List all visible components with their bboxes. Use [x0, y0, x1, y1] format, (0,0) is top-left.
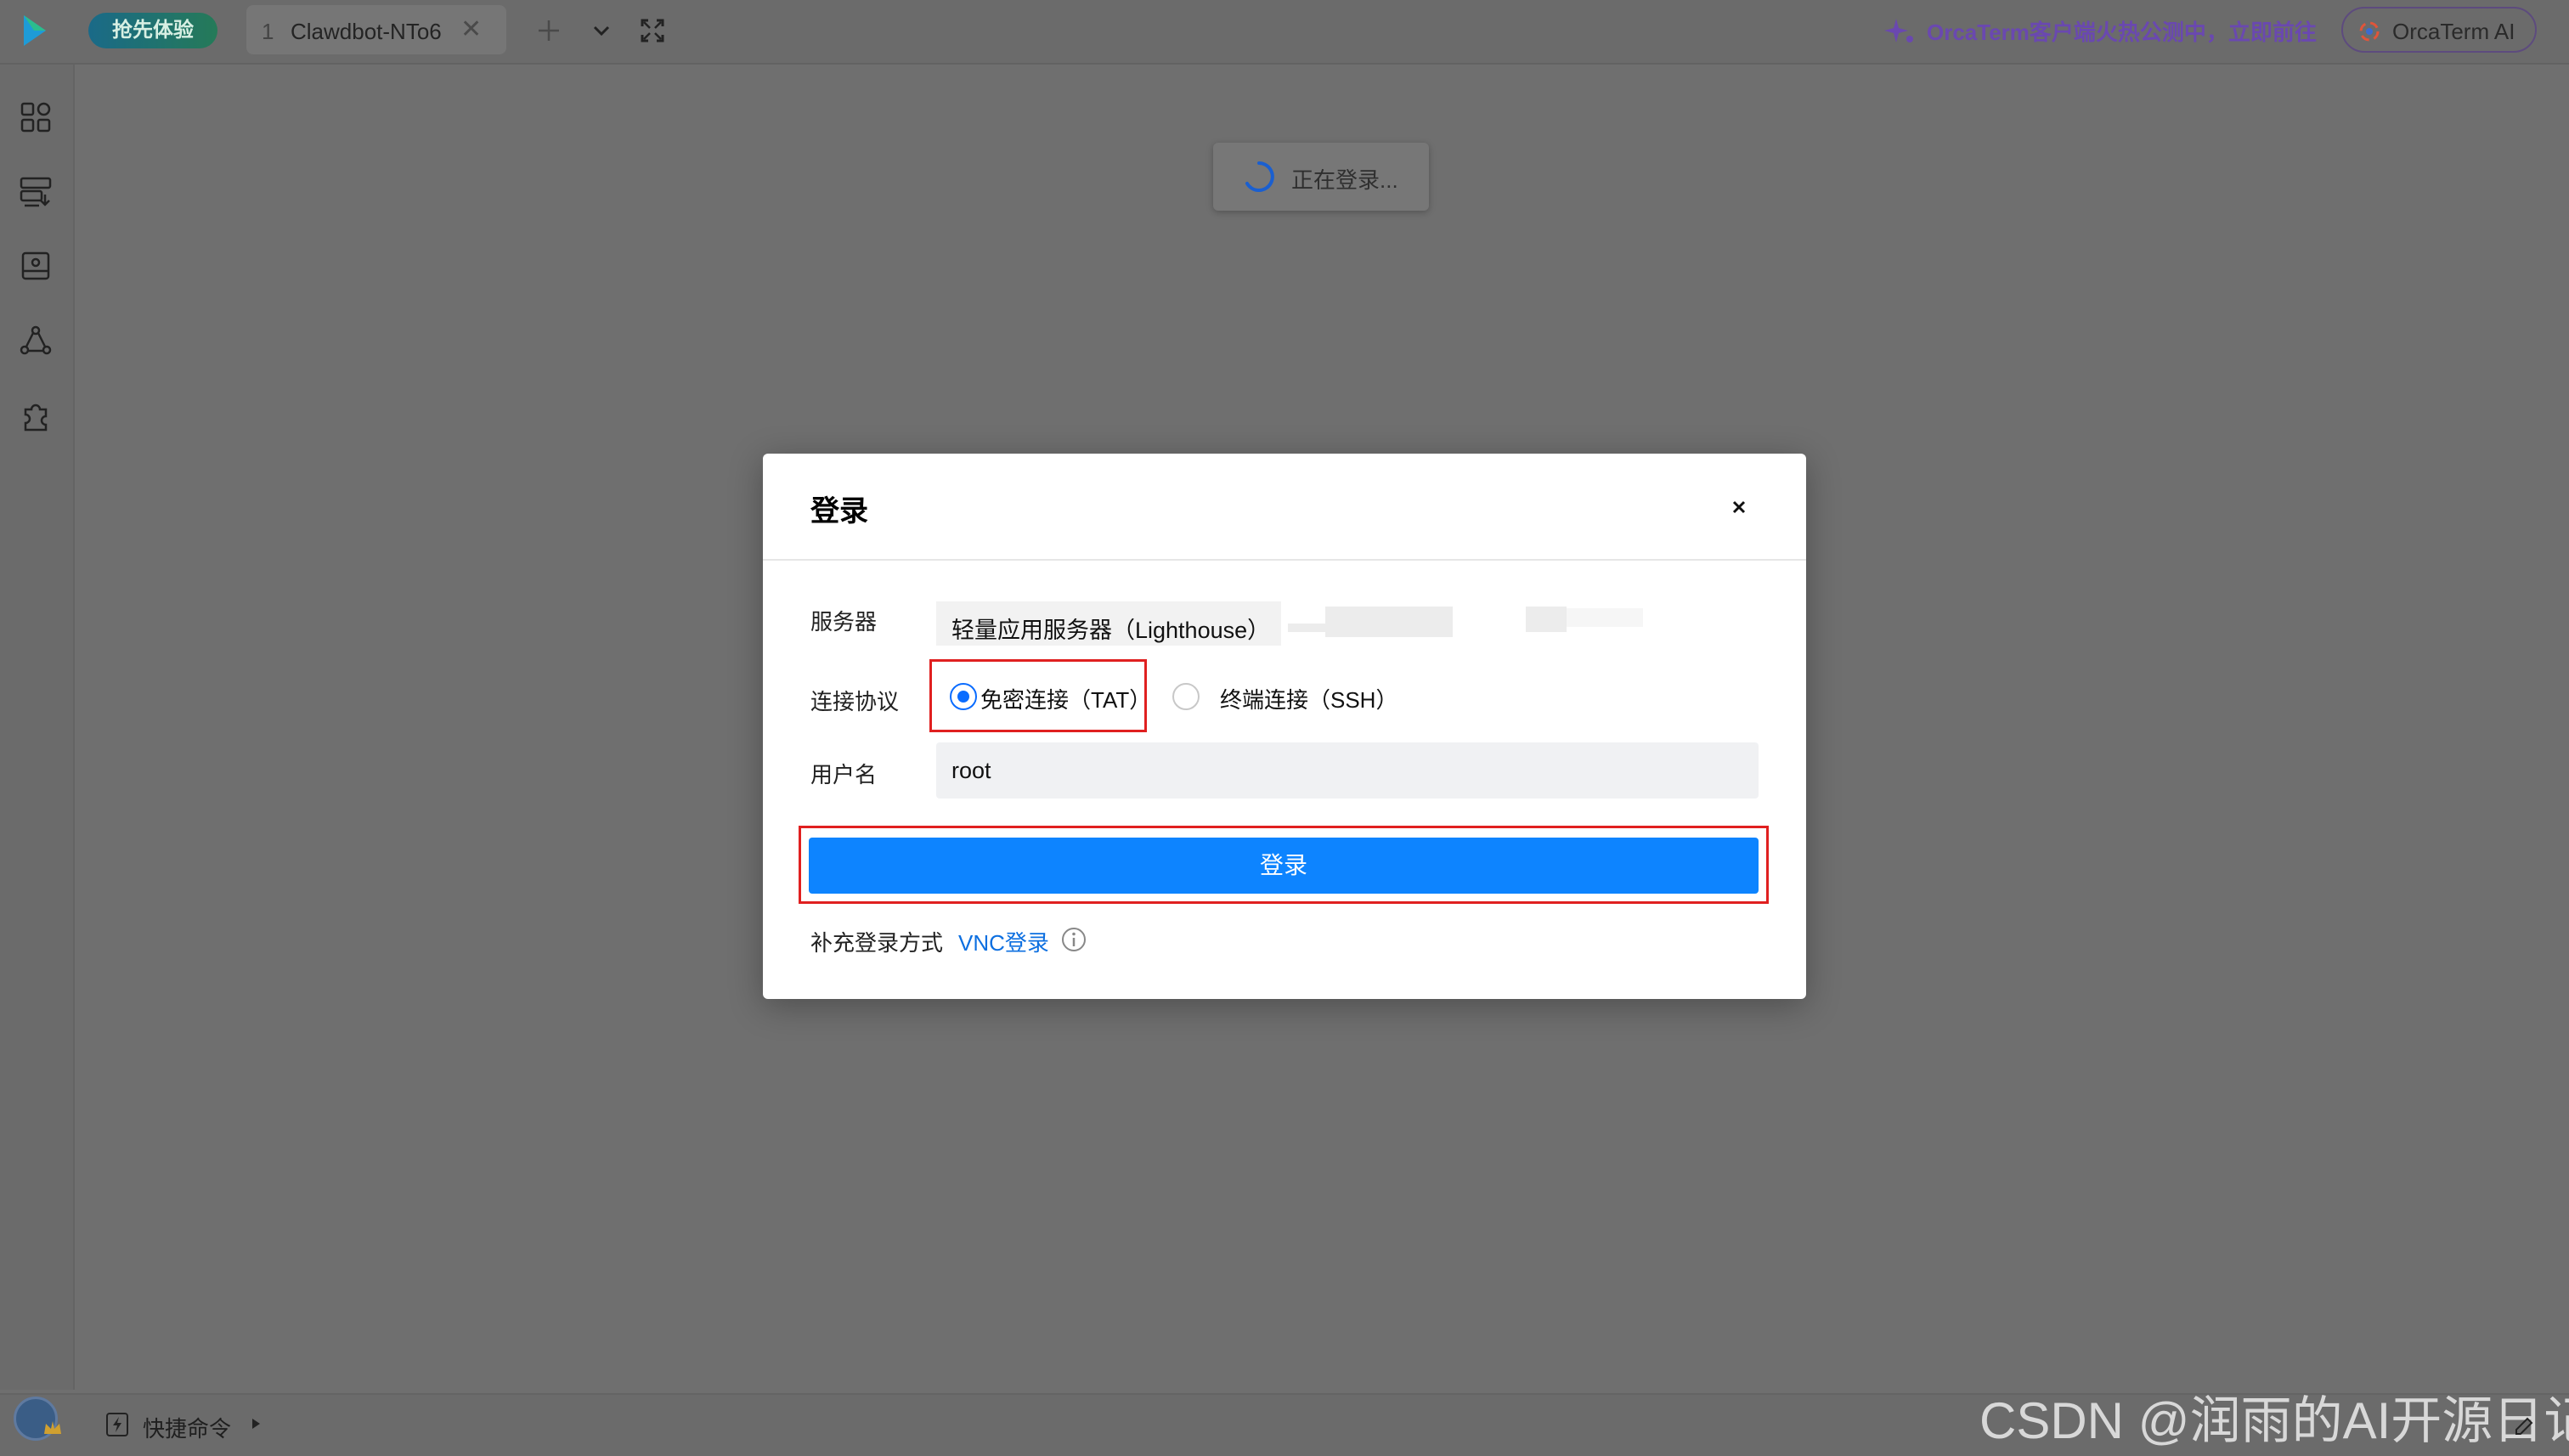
radio-ssh[interactable]	[1172, 683, 1200, 710]
radio-tat-label[interactable]: 免密连接（TAT）	[980, 683, 1151, 714]
quick-commands-label: 快捷命令	[143, 1416, 232, 1442]
sidebar	[0, 65, 75, 1390]
radio-ssh-label[interactable]: 终端连接（SSH）	[1220, 683, 1397, 714]
app-logo-icon[interactable]	[17, 10, 58, 51]
protocol-label: 连接协议	[810, 689, 900, 714]
apps-grid-icon[interactable]	[17, 99, 54, 136]
sparkle-icon	[1884, 19, 1913, 42]
close-icon[interactable]	[1726, 494, 1752, 520]
client-promo-link[interactable]: OrcaTerm客户端火热公测中，立即前往	[1927, 15, 2317, 47]
username-input[interactable]	[936, 742, 1759, 799]
server-list-icon[interactable]	[17, 173, 54, 211]
tab-title: Clawdbot-NTo6	[291, 19, 442, 44]
server-value: 轻量应用服务器（Lighthouse）	[951, 618, 1271, 643]
login-dialog: 登录 服务器 轻量应用服务器（Lighthouse） 连接协议 免密连接（TAT…	[763, 454, 1806, 999]
tab-clawdbot[interactable]: 1 Clawdbot-NTo6 ✕	[246, 5, 506, 54]
fullscreen-icon[interactable]	[635, 14, 669, 48]
edit-icon[interactable]	[2511, 1414, 2537, 1439]
early-access-badge[interactable]: 抢先体验	[88, 13, 217, 48]
redacted-info	[1567, 608, 1643, 627]
info-icon[interactable]	[1060, 926, 1087, 953]
server-value-box: 轻量应用服务器（Lighthouse）	[936, 601, 1281, 646]
plugin-icon[interactable]	[17, 398, 54, 435]
logging-in-toast: 正在登录...	[1213, 143, 1429, 211]
ai-logo-icon	[2359, 21, 2380, 42]
dialog-divider	[763, 559, 1806, 561]
spinner-icon	[1245, 161, 1274, 192]
watermark: CSDN @润雨的AI开源日记	[1979, 1392, 2569, 1449]
username-label: 用户名	[810, 762, 878, 787]
add-tab-icon[interactable]	[532, 14, 566, 48]
network-icon[interactable]	[17, 323, 54, 360]
extra-login-label: 补充登录方式	[810, 930, 944, 956]
redacted-info	[1526, 607, 1567, 632]
dialog-title: 登录	[810, 495, 868, 528]
ai-button-label: OrcaTerm AI	[2392, 19, 2515, 44]
radio-tat[interactable]	[950, 683, 977, 710]
login-button[interactable]: 登录	[809, 838, 1759, 894]
orcaterm-ai-button[interactable]: OrcaTerm AI	[2341, 7, 2537, 53]
toast-message: 正在登录...	[1291, 167, 1398, 193]
tab-close-icon[interactable]: ✕	[460, 14, 482, 44]
instance-icon[interactable]	[17, 248, 54, 285]
bolt-icon	[106, 1413, 128, 1436]
server-label: 服务器	[810, 609, 878, 635]
vnc-login-link[interactable]: VNC登录	[958, 926, 1049, 957]
tab-number: 1	[262, 19, 274, 44]
tab-dropdown-icon[interactable]	[584, 14, 618, 48]
expand-arrow-icon	[252, 1419, 260, 1429]
crown-icon	[44, 1421, 61, 1434]
redacted-info	[1288, 624, 1327, 632]
top-bar: 抢先体验 1 Clawdbot-NTo6 ✕ OrcaTerm客户端火热公测中，…	[0, 0, 2569, 65]
redacted-info	[1325, 607, 1453, 637]
